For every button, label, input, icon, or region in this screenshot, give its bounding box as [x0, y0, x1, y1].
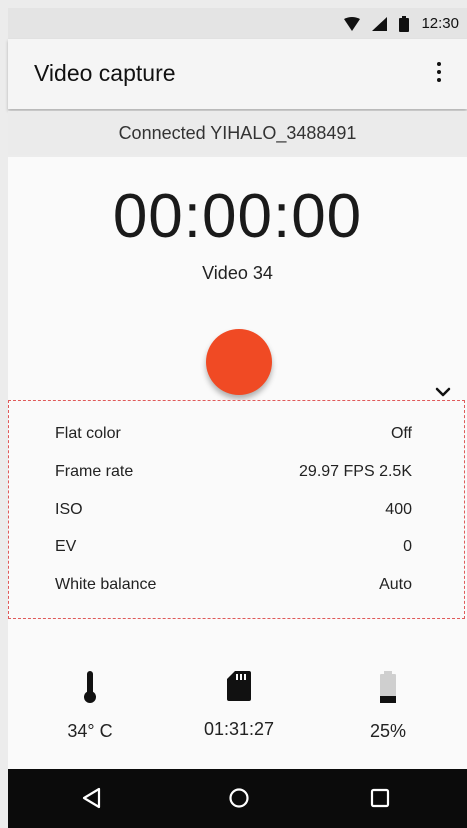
more-vert-icon[interactable] — [427, 57, 451, 87]
navigation-bar — [8, 769, 467, 828]
storage-stat: 01:31:27 — [184, 671, 294, 740]
record-button[interactable] — [206, 329, 272, 395]
setting-row-white-balance: White balance Auto — [55, 573, 412, 597]
setting-label: Flat color — [55, 425, 121, 442]
setting-value: 400 — [385, 501, 412, 518]
connection-status: Connected YIHALO_3488491 — [8, 111, 467, 155]
sd-card-icon — [227, 671, 251, 701]
setting-value: Off — [390, 425, 412, 442]
page-title: Video capture — [34, 60, 176, 86]
back-icon[interactable] — [80, 786, 104, 810]
setting-label: White balance — [55, 576, 157, 593]
screen: 12:30 Video capture Connected YIHALO_348… — [0, 0, 467, 828]
status-bar: 12:30 — [8, 8, 467, 39]
setting-label: ISO — [55, 501, 83, 518]
wifi-icon — [344, 16, 361, 31]
battery-icon — [399, 15, 410, 32]
temperature-value: 34° C — [67, 721, 113, 741]
setting-row-flat-color: Flat color Off — [55, 422, 412, 446]
temperature-stat: 34° C — [35, 671, 145, 742]
signal-icon — [372, 16, 388, 31]
setting-row-frame-rate: Frame rate 29.97 FPS 2.5K — [55, 460, 412, 484]
thermometer-icon — [84, 671, 96, 703]
battery-level-icon — [380, 671, 396, 703]
settings-panel: Flat color Off Frame rate 29.97 FPS 2.5K… — [8, 400, 465, 619]
connection-text: Connected YIHALO_3488491 — [118, 122, 357, 143]
setting-row-ev: EV 0 — [55, 535, 412, 559]
setting-label: EV — [55, 538, 77, 555]
app-bar: Video capture — [8, 39, 467, 109]
battery-stat: 25% — [333, 671, 443, 742]
setting-value: 29.97 FPS 2.5K — [299, 463, 412, 480]
recents-icon[interactable] — [368, 786, 392, 810]
recording-timer: 00:00:00 — [112, 182, 363, 251]
home-icon[interactable] — [227, 786, 251, 810]
video-name: Video 34 — [202, 263, 273, 283]
setting-value: Auto — [379, 576, 412, 593]
setting-row-iso: ISO 400 — [55, 498, 412, 522]
status-time: 12:30 — [421, 15, 459, 32]
main-panel: 00:00:00 Video 34 Flat color Off Frame r… — [8, 157, 467, 769]
battery-value: 25% — [369, 721, 407, 741]
setting-value: 0 — [403, 538, 412, 555]
setting-label: Frame rate — [55, 463, 134, 480]
storage-value: 01:31:27 — [203, 719, 275, 739]
